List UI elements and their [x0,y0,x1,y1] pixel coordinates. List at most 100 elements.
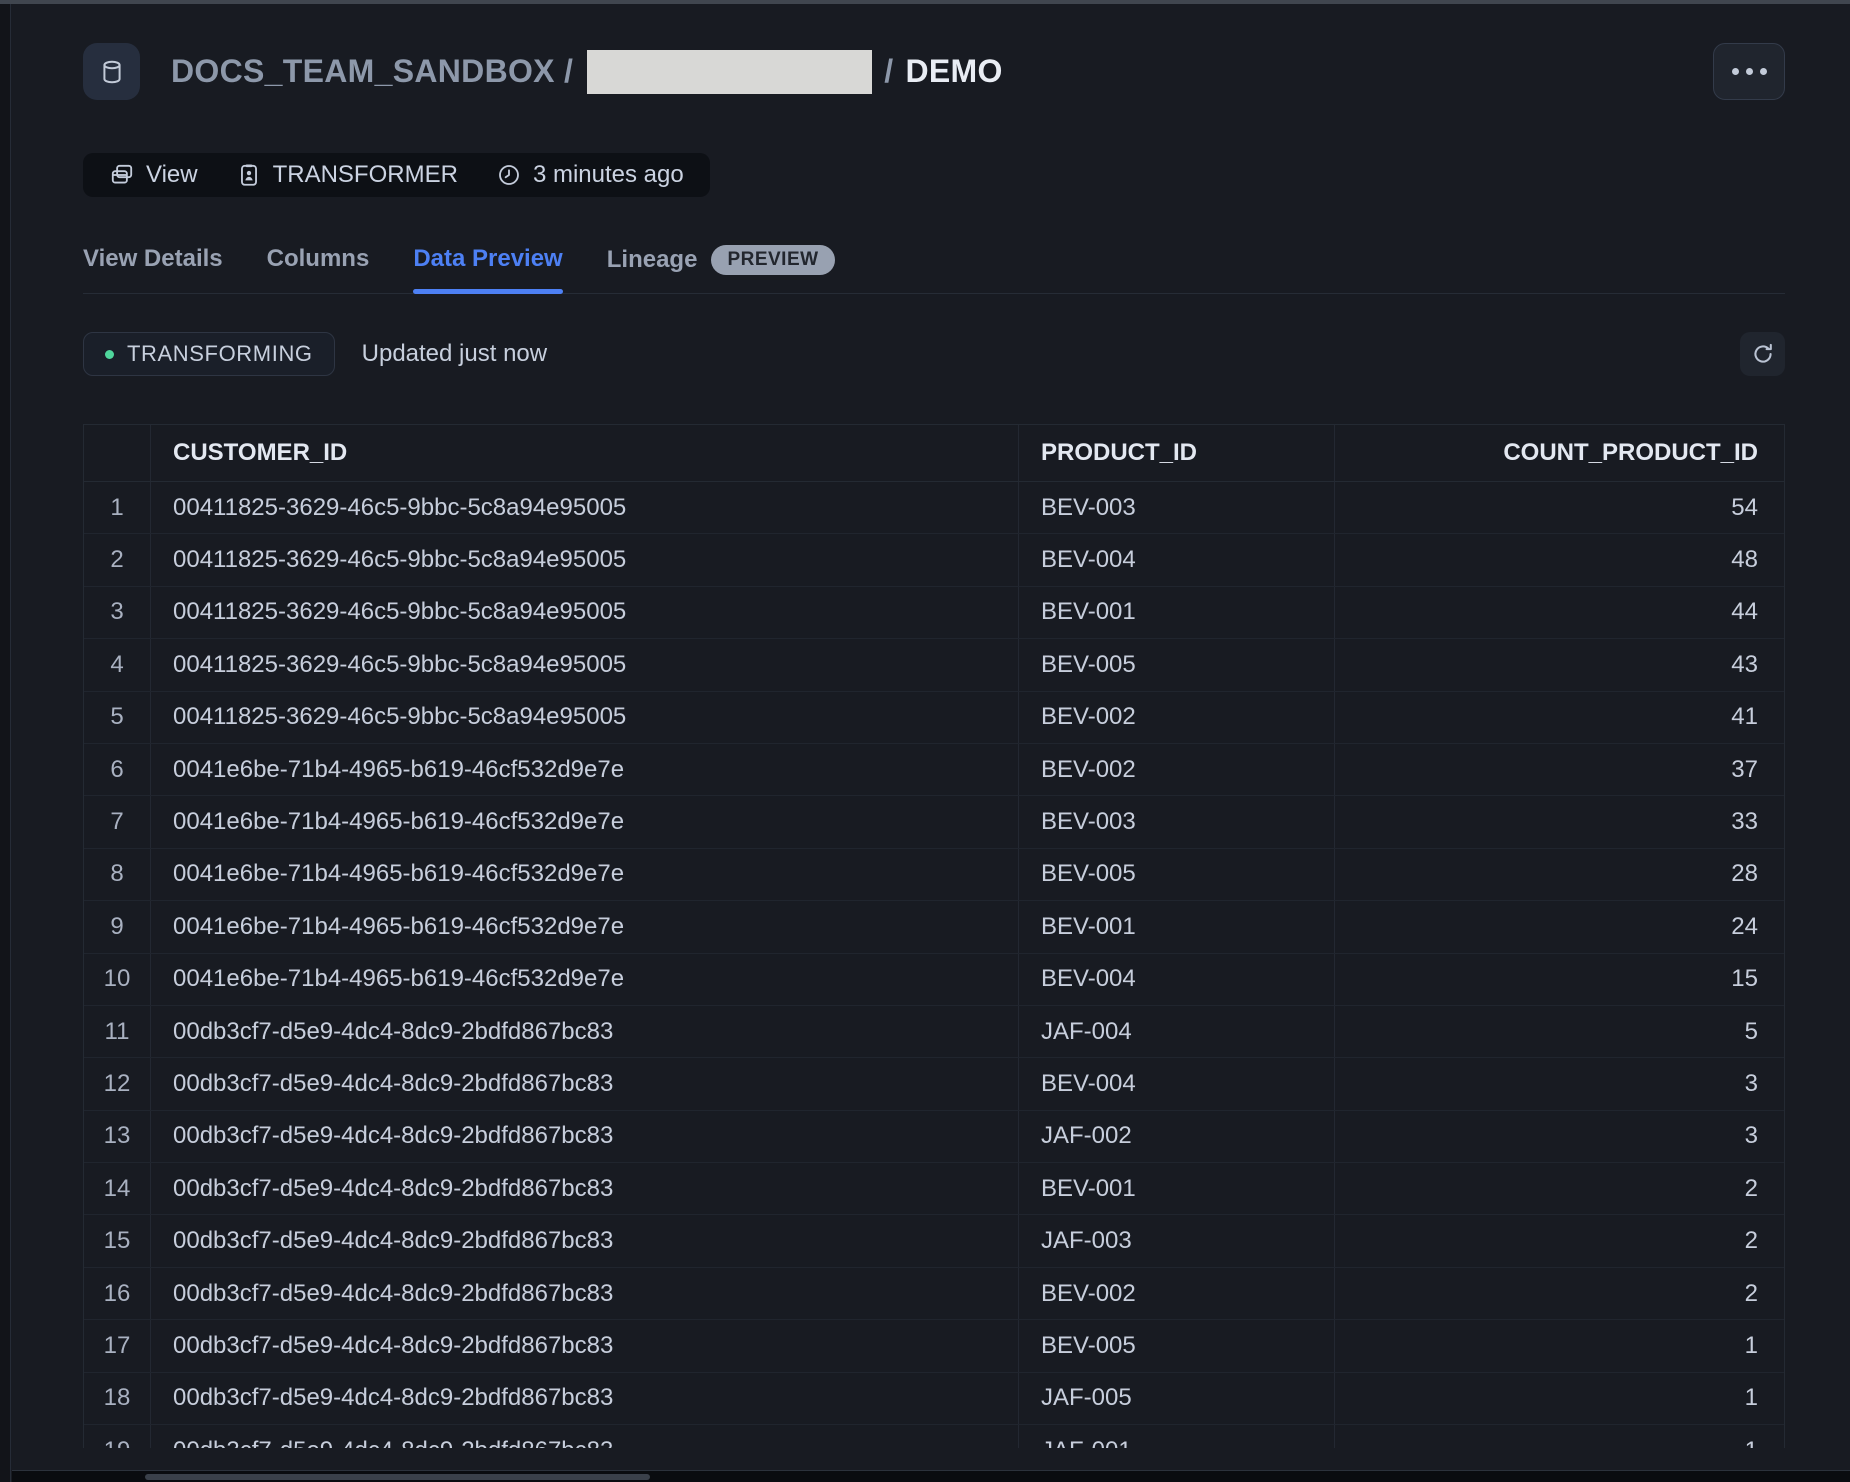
cell-count-product-id[interactable]: 54 [1335,482,1784,533]
table-row[interactable]: 5 00411825-3629-46c5-9bbc-5c8a94e95005 B… [84,692,1784,744]
table-row[interactable]: 12 00db3cf7-d5e9-4dc4-8dc9-2bdfd867bc83 … [84,1058,1784,1110]
cell-count-product-id[interactable]: 37 [1335,744,1784,795]
cell-count-product-id[interactable]: 1 [1335,1425,1784,1448]
table-row[interactable]: 18 00db3cf7-d5e9-4dc4-8dc9-2bdfd867bc83 … [84,1373,1784,1425]
object-name: DEMO [905,53,1002,90]
table-row[interactable]: 17 00db3cf7-d5e9-4dc4-8dc9-2bdfd867bc83 … [84,1320,1784,1372]
table-row[interactable]: 10 0041e6be-71b4-4965-b619-46cf532d9e7e … [84,954,1784,1006]
cell-customer-id[interactable]: 0041e6be-71b4-4965-b619-46cf532d9e7e [151,849,1019,900]
cell-customer-id[interactable]: 00411825-3629-46c5-9bbc-5c8a94e95005 [151,692,1019,743]
cell-product-id[interactable]: BEV-003 [1019,796,1335,847]
table-row[interactable]: 19 00db3cf7-d5e9-4dc4-8dc9-2bdfd867bc83 … [84,1425,1784,1448]
table-row[interactable]: 2 00411825-3629-46c5-9bbc-5c8a94e95005 B… [84,534,1784,586]
cell-product-id[interactable]: BEV-003 [1019,482,1335,533]
column-header-count-product-id[interactable]: COUNT_PRODUCT_ID [1335,425,1784,481]
table-row[interactable]: 14 00db3cf7-d5e9-4dc4-8dc9-2bdfd867bc83 … [84,1163,1784,1215]
redacted-schema-name [587,50,872,94]
table-row[interactable]: 13 00db3cf7-d5e9-4dc4-8dc9-2bdfd867bc83 … [84,1111,1784,1163]
cell-product-id[interactable]: BEV-005 [1019,849,1335,900]
more-options-button[interactable] [1713,43,1785,100]
preview-badge: PREVIEW [711,245,834,275]
cell-count-product-id[interactable]: 5 [1335,1006,1784,1057]
window-bottom-edge [12,1470,1850,1482]
column-header-customer-id[interactable]: CUSTOMER_ID [151,425,1019,481]
tab-lineage[interactable]: Lineage PREVIEW [607,245,835,293]
cell-product-id[interactable]: BEV-005 [1019,639,1335,690]
table-row[interactable]: 11 00db3cf7-d5e9-4dc4-8dc9-2bdfd867bc83 … [84,1006,1784,1058]
cell-product-id[interactable]: BEV-001 [1019,587,1335,638]
row-number: 12 [84,1058,151,1109]
cell-customer-id[interactable]: 00db3cf7-d5e9-4dc4-8dc9-2bdfd867bc83 [151,1373,1019,1424]
cell-customer-id[interactable]: 00db3cf7-d5e9-4dc4-8dc9-2bdfd867bc83 [151,1006,1019,1057]
column-header-product-id[interactable]: PRODUCT_ID [1019,425,1335,481]
cell-customer-id[interactable]: 00411825-3629-46c5-9bbc-5c8a94e95005 [151,587,1019,638]
cell-product-id[interactable]: JAF-003 [1019,1215,1335,1266]
cell-product-id[interactable]: JAF-001 [1019,1425,1335,1448]
cell-customer-id[interactable]: 00db3cf7-d5e9-4dc4-8dc9-2bdfd867bc83 [151,1058,1019,1109]
tab-data-preview[interactable]: Data Preview [413,245,562,291]
cell-count-product-id[interactable]: 48 [1335,534,1784,585]
table-row[interactable]: 1 00411825-3629-46c5-9bbc-5c8a94e95005 B… [84,482,1784,534]
tab-columns[interactable]: Columns [267,245,370,291]
cell-customer-id[interactable]: 00411825-3629-46c5-9bbc-5c8a94e95005 [151,482,1019,533]
cell-count-product-id[interactable]: 15 [1335,954,1784,1005]
cell-customer-id[interactable]: 0041e6be-71b4-4965-b619-46cf532d9e7e [151,901,1019,952]
cell-count-product-id[interactable]: 24 [1335,901,1784,952]
table-row[interactable]: 4 00411825-3629-46c5-9bbc-5c8a94e95005 B… [84,639,1784,691]
cell-count-product-id[interactable]: 2 [1335,1268,1784,1319]
row-number: 16 [84,1268,151,1319]
horizontal-scrollbar[interactable] [145,1474,650,1480]
row-number: 4 [84,639,151,690]
cell-product-id[interactable]: BEV-005 [1019,1320,1335,1371]
cell-product-id[interactable]: JAF-004 [1019,1006,1335,1057]
cell-customer-id[interactable]: 00411825-3629-46c5-9bbc-5c8a94e95005 [151,639,1019,690]
cell-customer-id[interactable]: 0041e6be-71b4-4965-b619-46cf532d9e7e [151,796,1019,847]
cell-count-product-id[interactable]: 33 [1335,796,1784,847]
cell-count-product-id[interactable]: 1 [1335,1320,1784,1371]
table-row[interactable]: 9 0041e6be-71b4-4965-b619-46cf532d9e7e B… [84,901,1784,953]
cell-product-id[interactable]: BEV-004 [1019,1058,1335,1109]
object-type-badge: View [109,161,198,189]
tab-view-details[interactable]: View Details [83,245,223,291]
cell-count-product-id[interactable]: 28 [1335,849,1784,900]
breadcrumb-database: DOCS_TEAM_SANDBOX / [171,53,573,90]
cell-product-id[interactable]: BEV-004 [1019,954,1335,1005]
page-title: DOCS_TEAM_SANDBOX / / DEMO [171,50,1003,94]
cell-count-product-id[interactable]: 43 [1335,639,1784,690]
cell-count-product-id[interactable]: 3 [1335,1111,1784,1162]
metadata-bar: View TRANSFORMER 3 minutes ago [83,153,710,197]
main-content: DOCS_TEAM_SANDBOX / / DEMO View [83,43,1785,1448]
cell-count-product-id[interactable]: 2 [1335,1163,1784,1214]
cell-count-product-id[interactable]: 3 [1335,1058,1784,1109]
cell-product-id[interactable]: JAF-005 [1019,1373,1335,1424]
cell-product-id[interactable]: BEV-004 [1019,534,1335,585]
table-row[interactable]: 15 00db3cf7-d5e9-4dc4-8dc9-2bdfd867bc83 … [84,1215,1784,1267]
cell-product-id[interactable]: BEV-001 [1019,1163,1335,1214]
cell-customer-id[interactable]: 00db3cf7-d5e9-4dc4-8dc9-2bdfd867bc83 [151,1111,1019,1162]
cell-count-product-id[interactable]: 41 [1335,692,1784,743]
cell-product-id[interactable]: BEV-001 [1019,901,1335,952]
clock-icon [496,162,522,188]
table-row[interactable]: 8 0041e6be-71b4-4965-b619-46cf532d9e7e B… [84,849,1784,901]
cell-product-id[interactable]: BEV-002 [1019,1268,1335,1319]
cell-customer-id[interactable]: 0041e6be-71b4-4965-b619-46cf532d9e7e [151,954,1019,1005]
cell-customer-id[interactable]: 00db3cf7-d5e9-4dc4-8dc9-2bdfd867bc83 [151,1163,1019,1214]
cell-count-product-id[interactable]: 44 [1335,587,1784,638]
cell-count-product-id[interactable]: 1 [1335,1373,1784,1424]
table-row[interactable]: 16 00db3cf7-d5e9-4dc4-8dc9-2bdfd867bc83 … [84,1268,1784,1320]
cell-product-id[interactable]: JAF-002 [1019,1111,1335,1162]
cell-count-product-id[interactable]: 2 [1335,1215,1784,1266]
refresh-button[interactable] [1740,332,1785,376]
table-header-row: CUSTOMER_ID PRODUCT_ID COUNT_PRODUCT_ID [84,425,1784,482]
table-row[interactable]: 3 00411825-3629-46c5-9bbc-5c8a94e95005 B… [84,587,1784,639]
cell-product-id[interactable]: BEV-002 [1019,692,1335,743]
cell-customer-id[interactable]: 00db3cf7-d5e9-4dc4-8dc9-2bdfd867bc83 [151,1215,1019,1266]
cell-product-id[interactable]: BEV-002 [1019,744,1335,795]
table-row[interactable]: 6 0041e6be-71b4-4965-b619-46cf532d9e7e B… [84,744,1784,796]
cell-customer-id[interactable]: 00411825-3629-46c5-9bbc-5c8a94e95005 [151,534,1019,585]
cell-customer-id[interactable]: 00db3cf7-d5e9-4dc4-8dc9-2bdfd867bc83 [151,1320,1019,1371]
table-row[interactable]: 7 0041e6be-71b4-4965-b619-46cf532d9e7e B… [84,796,1784,848]
cell-customer-id[interactable]: 00db3cf7-d5e9-4dc4-8dc9-2bdfd867bc83 [151,1268,1019,1319]
cell-customer-id[interactable]: 0041e6be-71b4-4965-b619-46cf532d9e7e [151,744,1019,795]
cell-customer-id[interactable]: 00db3cf7-d5e9-4dc4-8dc9-2bdfd867bc83 [151,1425,1019,1448]
